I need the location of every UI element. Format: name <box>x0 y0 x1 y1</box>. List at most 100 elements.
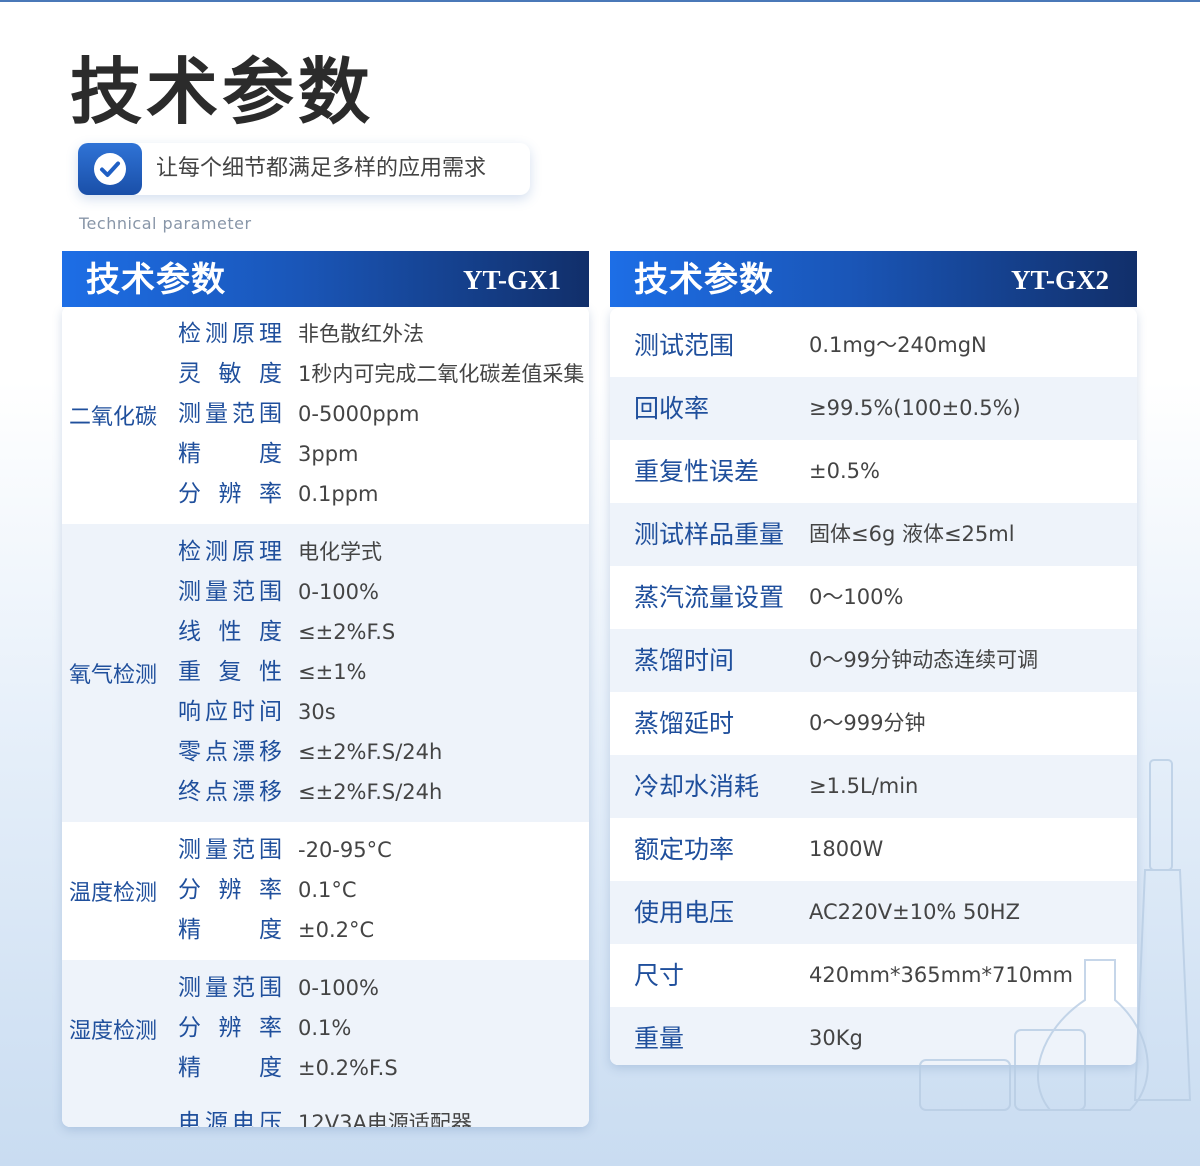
spec-row: 回收率 ≥99.5%(100±0.5%) <box>610 377 1137 440</box>
spec-value: 3ppm <box>298 442 359 466</box>
spec-row: 响应时间 30s <box>164 692 589 732</box>
spec-key: 终点漂移 <box>178 779 282 805</box>
spec-key: 蒸馏延时 <box>634 709 735 738</box>
spec-value: 0.1°C <box>298 878 357 902</box>
spec-value: 0.1mg～240mgN <box>809 333 987 357</box>
spec-row: 精度 ±0.2°C <box>164 910 589 950</box>
spec-table-yt-gx1: 二氧化碳 检测原理 非色散红外法 灵敏度 1秒内可完成二氧化碳差值采集 测量范围 0-500… <box>62 306 589 1127</box>
spec-group: 湿度检测 测量范围 0-100% 分辨率 0.1% 精度 ±0.2%F.S <box>62 960 589 1098</box>
spec-key: 零点漂移 <box>178 739 282 765</box>
spec-value: AC220V±10% 50HZ <box>809 900 1020 924</box>
check-badge <box>78 143 142 195</box>
spec-value: 30s <box>298 700 336 724</box>
spec-value: ≥1.5L/min <box>809 774 919 798</box>
spec-table-yt-gx2: 测试范围 0.1mg～240mgN 回收率 ≥99.5%(100±0.5%) 重复性误差… <box>610 308 1137 1065</box>
spec-value: 0-100% <box>298 976 379 1000</box>
spec-key: 回收率 <box>634 394 710 423</box>
spec-value: -20-95°C <box>298 838 392 862</box>
spec-value: 0.1% <box>298 1016 352 1040</box>
spec-row: 线性度 ≤±2%F.S <box>164 612 589 652</box>
spec-group: 氧气检测 检测原理 电化学式测量范围 0-100% 线性度 ≤±2%F.S 重复性 ≤±1% 响… <box>62 524 589 822</box>
spec-key: 精度 <box>178 1055 282 1081</box>
spec-row: 分辨率 0.1% <box>164 1008 589 1048</box>
spec-value: 0-100% <box>298 580 379 604</box>
spec-value: 0～99分钟动态连续可调 <box>809 648 1039 672</box>
spec-key: 蒸汽流量设置 <box>634 583 785 612</box>
spec-key: 使用电压 <box>634 898 735 927</box>
spec-group-label: 氧气检测 <box>62 524 164 822</box>
spec-key: 响应时间 <box>178 699 282 725</box>
spec-value: ≤±1% <box>298 660 367 684</box>
spec-key: 蒸馏时间 <box>634 646 735 675</box>
spec-group: 二氧化碳 检测原理 非色散红外法 灵敏度 1秒内可完成二氧化碳差值采集 测量范围 0-500… <box>62 306 589 524</box>
spec-group-label: 温度检测 <box>62 822 164 960</box>
spec-key: 尺寸 <box>634 961 685 990</box>
spec-key: 测试样品重量 <box>634 520 785 549</box>
spec-key: 测量范围 <box>178 837 282 863</box>
spec-key: 重复性 <box>178 659 282 685</box>
spec-value: 30Kg <box>809 1026 863 1050</box>
spec-value: 12V3A电源适配器 <box>298 1111 472 1127</box>
card-header-model: YT-GX2 <box>1010 265 1109 295</box>
spec-key: 额定功率 <box>634 835 735 864</box>
spec-row: 零点漂移 ≤±2%F.S/24h <box>164 732 589 772</box>
spec-value: 固体≤6g 液体≤25ml <box>809 522 1015 546</box>
spec-key: 测量范围 <box>178 579 282 605</box>
spec-group-label: 二氧化碳 <box>62 306 164 524</box>
spec-key: 重复性误差 <box>634 457 760 486</box>
spec-value: 1秒内可完成二氧化碳差值采集 <box>298 362 585 386</box>
spec-value: 1800W <box>809 837 884 861</box>
spec-key: 测量范围 <box>178 401 282 427</box>
spec-value: ±0.2%F.S <box>298 1056 398 1080</box>
spec-row: 尺寸 420mm*365mm*710mm <box>610 944 1137 1007</box>
spec-value: ≤±2%F.S <box>298 620 396 644</box>
spec-row: 重复性 ≤±1% <box>164 652 589 692</box>
spec-value: ≤±2%F.S/24h <box>298 780 443 804</box>
spec-row: 使用电压 AC220V±10% 50HZ <box>610 881 1137 944</box>
card-header-title: 技术参数 <box>634 260 774 300</box>
card-header-yt-gx2: 技术参数 YT-GX2 <box>610 251 1137 307</box>
card-header-title: 技术参数 <box>86 260 226 300</box>
tagline-banner: 让每个细节都满足多样的应用需求 <box>78 143 530 195</box>
spec-row: 精度 ±0.2%F.S <box>164 1048 589 1088</box>
spec-row: 电源电压 12V3A电源适配器 <box>164 1103 589 1127</box>
top-divider <box>0 0 1200 2</box>
spec-value: 0～999分钟 <box>809 711 926 735</box>
spec-value: 420mm*365mm*710mm <box>809 963 1073 987</box>
spec-row: 蒸馏时间 0～99分钟动态连续可调 <box>610 629 1137 692</box>
spec-value: ±0.5% <box>809 459 880 483</box>
spec-group-body: 测量范围 0-100% 分辨率 0.1% 精度 ±0.2%F.S <box>164 960 589 1098</box>
spec-group: 温度检测 测量范围 -20-95°C 分辨率 0.1°C 精度 ±0.2°C <box>62 822 589 960</box>
spec-row: 测量范围 0-100% <box>164 968 589 1008</box>
spec-row: 蒸汽流量设置 0～100% <box>610 566 1137 629</box>
spec-key: 精度 <box>178 441 282 467</box>
spec-key: 线性度 <box>178 619 282 645</box>
spec-group: 电源电压 12V3A电源适配器 <box>62 1098 589 1127</box>
spec-row: 终点漂移 ≤±2%F.S/24h <box>164 772 589 812</box>
spec-group-body: 检测原理 电化学式测量范围 0-100% 线性度 ≤±2%F.S 重复性 ≤±1% 响应时间 3… <box>164 524 589 822</box>
spec-key: 分辨率 <box>178 481 282 507</box>
card-header-yt-gx1: 技术参数 YT-GX1 <box>62 251 589 307</box>
spec-value: 非色散红外法 <box>298 322 424 346</box>
spec-row: 测试范围 0.1mg～240mgN <box>610 314 1137 377</box>
spec-value: ≤±2%F.S/24h <box>298 740 443 764</box>
spec-group-label <box>62 1098 164 1127</box>
spec-value: 0-5000ppm <box>298 402 420 426</box>
spec-value: ≥99.5%(100±0.5%) <box>809 396 1021 420</box>
spec-key: 电源电压 <box>178 1110 282 1127</box>
spec-key: 分辨率 <box>178 1015 282 1041</box>
spec-row: 冷却水消耗 ≥1.5L/min <box>610 755 1137 818</box>
spec-row: 测量范围 0-100% <box>164 572 589 612</box>
spec-key: 测试范围 <box>634 331 735 360</box>
spec-group-body: 检测原理 非色散红外法 灵敏度 1秒内可完成二氧化碳差值采集 测量范围 0-5000ppm… <box>164 306 589 524</box>
spec-key: 分辨率 <box>178 877 282 903</box>
page-title: 技术参数 <box>70 50 375 134</box>
spec-key: 重量 <box>634 1024 685 1053</box>
spec-value: 0～100% <box>809 585 904 609</box>
spec-key: 灵敏度 <box>178 361 282 387</box>
spec-value: ±0.2°C <box>298 918 375 942</box>
spec-group-body: 电源电压 12V3A电源适配器 <box>164 1098 589 1127</box>
spec-value: 电化学式 <box>298 540 382 564</box>
spec-key: 冷却水消耗 <box>634 772 760 801</box>
spec-row: 检测原理 电化学式 <box>164 532 589 572</box>
